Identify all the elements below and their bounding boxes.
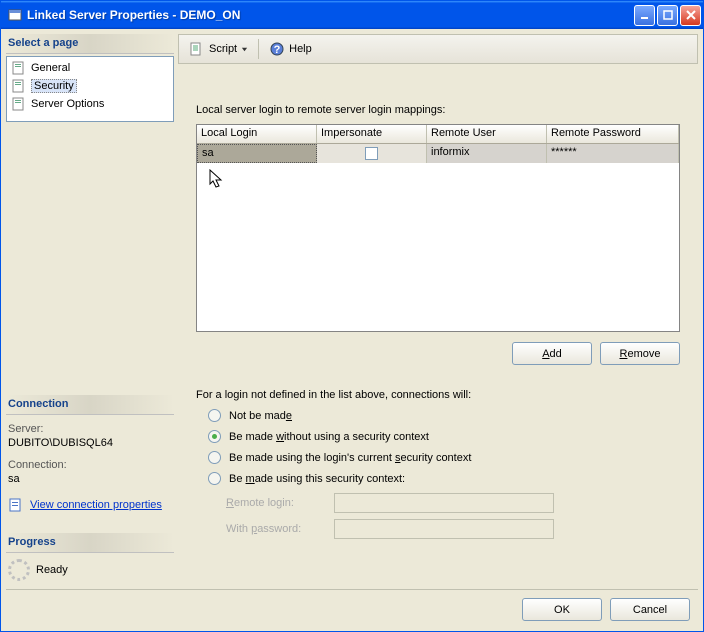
page-nav: General Security Server Options (6, 56, 174, 122)
impersonate-checkbox[interactable] (365, 147, 378, 160)
col-remote-password[interactable]: Remote Password (547, 125, 679, 143)
ok-button[interactable]: OK (522, 598, 602, 621)
nav-security[interactable]: Security (9, 77, 171, 95)
cell-remote-user[interactable]: informix (427, 144, 547, 163)
connection-label: Connection: (8, 459, 172, 471)
radio-not-made[interactable]: Not be made (208, 409, 680, 422)
radio-without-security-context[interactable]: Be made without using a security context (208, 430, 680, 443)
page-icon (11, 96, 27, 112)
cell-impersonate[interactable] (317, 144, 427, 163)
with-password-label: With password: (226, 523, 326, 535)
radio-label: Be made using this security context: (229, 473, 405, 485)
cell-remote-password[interactable]: ****** (547, 144, 679, 163)
connection-info: Server: DUBITO\DUBISQL64 Connection: sa … (6, 417, 174, 519)
progress-value: Ready (36, 564, 68, 576)
progress-spinner-icon (8, 559, 30, 581)
app-icon (7, 7, 23, 23)
grid-row[interactable]: sa informix ****** (197, 144, 679, 163)
col-remote-user[interactable]: Remote User (427, 125, 547, 143)
add-button[interactable]: Add (512, 342, 592, 365)
remote-login-input (334, 493, 554, 513)
left-panel: Select a page General Security Server Op… (6, 34, 174, 585)
script-label: Script (209, 43, 237, 55)
grid-empty-area[interactable] (197, 163, 679, 331)
nav-general[interactable]: General (9, 59, 171, 77)
login-mapping-grid[interactable]: Local Login Impersonate Remote User Remo… (196, 124, 680, 332)
script-icon (189, 41, 205, 57)
page-icon (11, 78, 27, 94)
not-defined-label: For a login not defined in the list abov… (196, 389, 680, 401)
nav-label: General (31, 62, 70, 74)
nav-label: Server Options (31, 98, 104, 110)
nav-label: Security (31, 79, 77, 93)
connection-value: sa (8, 473, 172, 485)
cancel-button[interactable]: Cancel (610, 598, 690, 621)
mapping-label: Local server login to remote server logi… (196, 104, 680, 116)
server-value: DUBITO\DUBISQL64 (8, 437, 172, 449)
remote-login-label: Remote login: (226, 497, 326, 509)
radio-login-current-context[interactable]: Be made using the login's current securi… (208, 451, 680, 464)
nav-server-options[interactable]: Server Options (9, 95, 171, 113)
page-icon (11, 60, 27, 76)
dropdown-arrow-icon (241, 46, 248, 53)
radio-label: Not be made (229, 410, 292, 422)
svg-text:?: ? (274, 44, 281, 56)
radio-icon[interactable] (208, 430, 221, 443)
radio-label: Be made without using a security context (229, 431, 429, 443)
view-connection-properties-link[interactable]: View connection properties (30, 499, 162, 511)
close-button[interactable] (680, 5, 701, 26)
window-title: Linked Server Properties - DEMO_ON (27, 8, 634, 22)
script-button[interactable]: Script (185, 39, 252, 59)
radio-icon[interactable] (208, 409, 221, 422)
maximize-button[interactable] (657, 5, 678, 26)
help-button[interactable]: ? Help (265, 39, 316, 59)
dialog-footer: OK Cancel (6, 589, 698, 629)
cell-local-login[interactable]: sa (197, 144, 317, 163)
progress-row: Ready (6, 555, 174, 585)
col-local-login[interactable]: Local Login (197, 125, 317, 143)
server-label: Server: (8, 423, 172, 435)
remove-button[interactable]: Remove (600, 342, 680, 365)
toolbar: Script ? Help (178, 34, 698, 64)
right-panel: Script ? Help Local server login to remo… (178, 34, 698, 585)
radio-icon[interactable] (208, 472, 221, 485)
properties-icon (8, 497, 24, 513)
col-impersonate[interactable]: Impersonate (317, 125, 427, 143)
help-icon: ? (269, 41, 285, 57)
radio-this-security-context[interactable]: Be made using this security context: (208, 472, 680, 485)
with-password-input (334, 519, 554, 539)
radio-label: Be made using the login's current securi… (229, 452, 471, 464)
radio-icon[interactable] (208, 451, 221, 464)
grid-header-row: Local Login Impersonate Remote User Remo… (197, 125, 679, 144)
help-label: Help (289, 43, 312, 55)
progress-header: Progress (6, 533, 174, 553)
minimize-button[interactable] (634, 5, 655, 26)
dialog-window: Linked Server Properties - DEMO_ON Selec… (0, 0, 704, 632)
connection-header: Connection (6, 395, 174, 415)
select-page-header: Select a page (6, 34, 174, 54)
titlebar[interactable]: Linked Server Properties - DEMO_ON (1, 1, 703, 29)
